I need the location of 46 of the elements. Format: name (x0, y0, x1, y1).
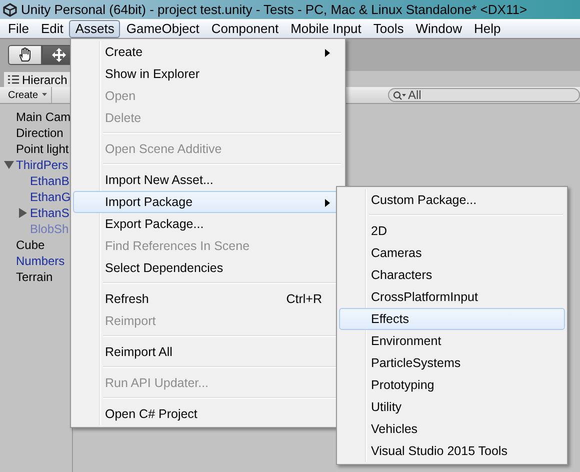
menu-entry[interactable]: Environment (339, 330, 565, 352)
menu-entry[interactable]: Visual Studio 2015 Tools (339, 440, 565, 462)
caret-icon (42, 93, 48, 97)
menu-entry[interactable]: CrossPlatformInput (339, 286, 565, 308)
menu-item[interactable]: Tools (367, 20, 410, 38)
menu-entry[interactable]: Effects (339, 308, 565, 330)
hierarchy-item[interactable]: Main Cam (16, 110, 71, 124)
hierarchy-item[interactable]: Cube (16, 238, 45, 252)
menu-item[interactable]: Window (410, 20, 468, 38)
hand-tool-button[interactable] (8, 45, 42, 65)
hierarchy-item[interactable]: ThirdPers (16, 158, 68, 172)
hierarchy-item[interactable]: Numbers (16, 254, 65, 268)
hierarchy-item[interactable]: EthanB (30, 174, 70, 188)
menu-item[interactable]: File (2, 20, 35, 38)
search-icon (393, 90, 407, 100)
move-arrows-icon (51, 47, 67, 63)
menu-entry[interactable]: Cameras (339, 242, 565, 264)
menu-item[interactable]: Help (468, 20, 507, 38)
list-icon (8, 75, 19, 84)
menu-entry[interactable]: 2D (339, 220, 565, 242)
hierarchy-item[interactable]: Point light (16, 142, 69, 156)
menu-item[interactable]: Component (205, 20, 285, 38)
hierarchy-item[interactable]: EthanG (30, 190, 71, 204)
hierarchy-tab[interactable]: Hierarch (4, 72, 72, 87)
hierarchy-item[interactable]: Direction (16, 126, 64, 140)
menu-entry[interactable]: Import New Asset... (73, 169, 343, 191)
hierarchy-item[interactable]: Terrain (16, 270, 53, 284)
window-title: Unity Personal (64bit) - project test.unity - Tests - PC, Mac & Linux Standalone* <DX11> (21, 2, 528, 17)
hand-icon (17, 47, 33, 63)
menu-entry[interactable]: Characters (339, 264, 565, 286)
menu-entry[interactable]: Create (73, 41, 343, 63)
menu-item[interactable]: GameObject (120, 20, 206, 38)
expanded-arrow-icon[interactable] (4, 161, 14, 169)
search-value: All (408, 88, 422, 102)
menu-item[interactable]: Assets (69, 20, 120, 38)
menu-entry[interactable]: Prototyping (339, 374, 565, 396)
collapsed-arrow-icon[interactable] (18, 208, 28, 218)
menu-item[interactable]: Mobile Input (284, 20, 368, 38)
menu-entry[interactable]: Show in Explorer (73, 63, 343, 85)
search-field[interactable]: All (388, 88, 580, 102)
hierarchy-item[interactable]: EthanS (30, 206, 70, 220)
menu-entry[interactable]: Vehicles (339, 418, 565, 440)
tab-label: Hierarch (22, 72, 68, 86)
menu-entry[interactable]: Utility (339, 396, 565, 418)
menu-item[interactable]: Edit (34, 20, 70, 38)
menu-entry[interactable]: ParticleSystems (339, 352, 565, 374)
